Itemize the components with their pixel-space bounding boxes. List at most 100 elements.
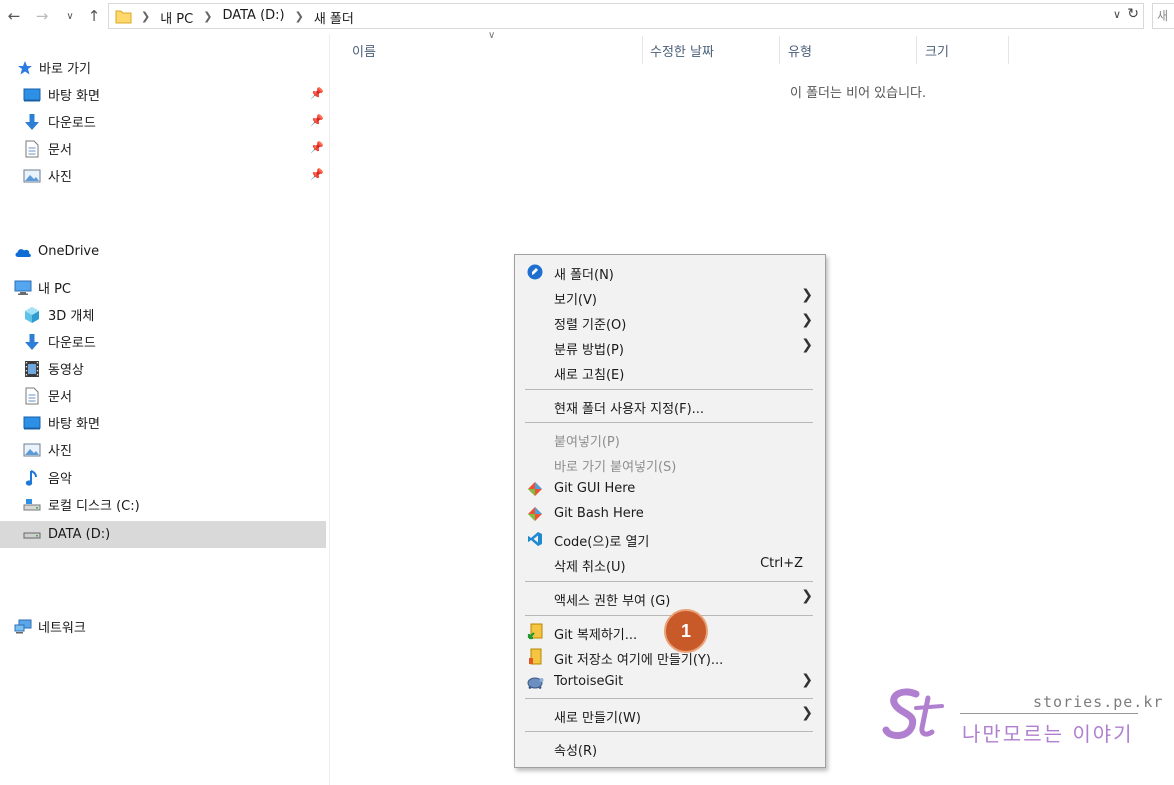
column-header-type[interactable]: 유형 (788, 34, 812, 66)
menu-item-customize-folder[interactable]: 현재 폴더 사용자 지정(F)... (515, 394, 825, 418)
menu-item-properties[interactable]: 속성(R) (515, 736, 825, 760)
nav-data-drive-d[interactable]: DATA (D:) (0, 521, 326, 548)
column-divider[interactable] (642, 36, 643, 64)
3d-objects-icon (23, 306, 41, 324)
watermark-divider (960, 713, 1138, 714)
nav-downloads[interactable]: 다운로드 (0, 328, 328, 355)
step-number-badge: 1 (664, 609, 708, 653)
nav-quick-pictures[interactable]: 사진 📌 (0, 162, 328, 189)
menu-item-give-access[interactable]: 액세스 권한 부여 (G) ❯ (515, 586, 825, 610)
picture-icon (23, 441, 41, 459)
nav-quick-access[interactable]: 바로 가기 (0, 54, 328, 81)
column-header-name[interactable]: 이름 (352, 34, 376, 66)
context-menu: 새 폴더(N) 보기(V) ❯ 정렬 기준(O) ❯ 분류 방법(P) ❯ 새로… (514, 254, 826, 768)
nav-label: 다운로드 (48, 116, 96, 131)
nav-label: 바탕 화면 (48, 89, 100, 104)
address-dropdown-chevron-icon[interactable]: ∨ (1113, 8, 1121, 21)
submenu-chevron-right-icon: ❯ (801, 287, 813, 303)
menu-separator (525, 581, 813, 582)
nav-onedrive[interactable]: OneDrive (0, 238, 328, 265)
menu-separator (525, 422, 813, 423)
menu-item-git-gui[interactable]: Git GUI Here (515, 477, 825, 501)
search-input[interactable]: 새 (1152, 3, 1174, 29)
menu-separator (525, 389, 813, 390)
breadcrumb-data-drive[interactable]: DATA (D:) (222, 8, 284, 27)
pin-icon[interactable]: 📌 (310, 168, 324, 181)
menu-item-refresh[interactable]: 새로 고침(E) (515, 360, 825, 384)
menu-item-new[interactable]: 새로 만들기(W) ❯ (515, 703, 825, 727)
breadcrumb-new-folder[interactable]: 새 폴더 (314, 8, 354, 27)
menu-item-git-bash[interactable]: Git Bash Here (515, 502, 825, 526)
menu-item-group-by[interactable]: 분류 방법(P) ❯ (515, 335, 825, 359)
pin-icon[interactable]: 📌 (310, 141, 324, 154)
chevron-right-icon: ❯ (141, 10, 151, 23)
menu-item-git-create-repo[interactable]: Git 저장소 여기에 만들기(Y)... (515, 645, 825, 669)
pin-icon[interactable]: 📌 (310, 87, 324, 100)
nav-network[interactable]: 네트워크 (0, 613, 328, 640)
star-icon (16, 59, 34, 77)
nav-label: 사진 (48, 170, 72, 185)
nav-label: 바탕 화면 (48, 417, 100, 432)
folder-icon (115, 10, 132, 24)
chevron-right-icon: ❯ (294, 10, 304, 23)
nav-label: 3D 개체 (48, 309, 95, 324)
empty-folder-message: 이 폴더는 비어 있습니다. (790, 86, 927, 101)
download-icon (23, 113, 41, 131)
forward-arrow-icon[interactable]: → (32, 6, 52, 26)
recent-chevron-down-icon[interactable]: ∨ (60, 6, 80, 26)
menu-item-tortoisegit[interactable]: TortoiseGit ❯ (515, 670, 825, 694)
nav-local-disk-c[interactable]: 로컬 디스크 (C:) (0, 491, 328, 518)
column-divider[interactable] (916, 36, 917, 64)
menu-item-view[interactable]: 보기(V) ❯ (515, 285, 825, 309)
column-divider[interactable] (1008, 36, 1009, 64)
back-arrow-icon[interactable]: ← (4, 6, 24, 26)
git-icon (526, 480, 544, 498)
nav-label: 로컬 디스크 (C:) (48, 499, 140, 514)
menu-item-sort-by[interactable]: 정렬 기준(O) ❯ (515, 310, 825, 334)
nav-label: 문서 (48, 390, 72, 405)
navigation-pane: 바로 가기 바탕 화면 📌 다운로드 📌 문서 📌 사진 📌 OneDrive (0, 34, 330, 785)
nav-label: 다운로드 (48, 336, 96, 351)
network-icon (14, 618, 32, 636)
submenu-chevron-right-icon: ❯ (801, 705, 813, 721)
nav-this-pc[interactable]: 내 PC (0, 274, 328, 301)
nav-pictures[interactable]: 사진 (0, 436, 328, 463)
column-header-date-modified[interactable]: 수정한 날짜 (650, 34, 714, 66)
column-header-size[interactable]: 크기 (925, 34, 949, 66)
up-arrow-icon[interactable]: ↑ (84, 6, 104, 26)
column-divider[interactable] (779, 36, 780, 64)
drive-icon (23, 526, 41, 544)
menu-item-new-folder[interactable]: 새 폴더(N) (515, 260, 825, 284)
nav-label: 음악 (48, 472, 72, 487)
tortoisegit-clone-icon (526, 623, 544, 641)
nav-quick-desktop[interactable]: 바탕 화면 📌 (0, 81, 328, 108)
nav-label: 문서 (48, 143, 72, 158)
nav-label: 내 PC (38, 282, 72, 297)
picture-icon (23, 167, 41, 185)
nav-3d-objects[interactable]: 3D 개체 (0, 301, 328, 328)
menu-item-open-with-code[interactable]: Code(으)로 열기 (515, 527, 825, 551)
tortoisegit-icon (526, 673, 544, 691)
breadcrumb-this-pc[interactable]: 내 PC (160, 8, 193, 27)
nav-label: 사진 (48, 444, 72, 459)
menu-item-paste: 붙여넣기(P) (554, 435, 620, 450)
music-icon (23, 469, 41, 487)
nav-documents[interactable]: 문서 (0, 382, 328, 409)
submenu-chevron-right-icon: ❯ (801, 588, 813, 604)
menu-item-undo-delete[interactable]: 삭제 취소(U) Ctrl+Z (515, 552, 825, 576)
watermark-url: stories.pe.kr (1033, 693, 1164, 711)
menu-separator (525, 698, 813, 699)
document-icon (23, 140, 41, 158)
refresh-icon[interactable]: ↻ (1127, 6, 1139, 22)
watermark-logo (882, 688, 944, 739)
nav-label: 네트워크 (38, 621, 86, 636)
git-icon (526, 505, 544, 523)
nav-desktop[interactable]: 바탕 화면 (0, 409, 328, 436)
nav-quick-documents[interactable]: 문서 📌 (0, 135, 328, 162)
nav-music[interactable]: 음악 (0, 464, 328, 491)
nav-quick-downloads[interactable]: 다운로드 📌 (0, 108, 328, 135)
address-input[interactable]: ❯ 내 PC ❯ DATA (D:) ❯ 새 폴더 ∨ ↻ (108, 3, 1144, 29)
pin-icon[interactable]: 📌 (310, 114, 324, 127)
nav-videos[interactable]: 동영상 (0, 355, 328, 382)
nav-label: 바로 가기 (39, 62, 91, 77)
